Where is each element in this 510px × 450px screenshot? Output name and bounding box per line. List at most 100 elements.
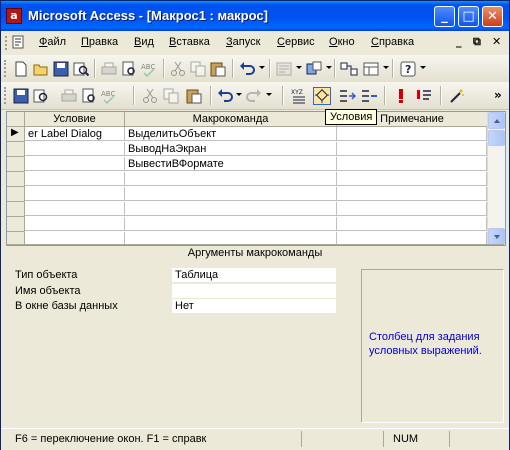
relationships-icon[interactable] — [340, 60, 358, 78]
row-selector[interactable] — [7, 157, 25, 172]
analyze-dropdown-arrow[interactable] — [296, 66, 302, 69]
cell-action[interactable]: ВыделитьОбъект — [125, 127, 337, 141]
conditions-icon[interactable] — [313, 87, 331, 105]
maximize-button[interactable]: □ — [458, 6, 479, 27]
cell-action[interactable] — [125, 202, 337, 216]
copy-icon[interactable] — [189, 60, 207, 78]
help-icon[interactable]: ? — [399, 60, 417, 78]
paste-icon[interactable] — [185, 87, 203, 105]
undo-dropdown-arrow[interactable] — [236, 93, 242, 96]
cell-condition[interactable] — [25, 217, 125, 231]
mdi-restore-button[interactable]: ⧉ — [473, 35, 481, 49]
copy-icon[interactable] — [162, 87, 180, 105]
row-selector-current[interactable]: ▶ — [7, 127, 25, 142]
cell-condition[interactable] — [25, 142, 125, 156]
office-links-icon[interactable] — [305, 60, 323, 78]
toolbar-grip[interactable] — [4, 87, 9, 104]
menu-insert[interactable]: Вставка — [169, 36, 210, 48]
arg-value-object-name[interactable] — [172, 284, 336, 298]
scroll-down-button[interactable] — [488, 228, 505, 245]
scroll-thumb[interactable] — [488, 130, 505, 146]
file-search-icon[interactable] — [32, 87, 50, 105]
save-icon[interactable] — [52, 60, 70, 78]
cell-comment[interactable] — [337, 127, 487, 141]
help-dropdown-arrow[interactable] — [420, 66, 426, 69]
undo-icon[interactable] — [216, 87, 234, 105]
cell-action[interactable] — [125, 217, 337, 231]
cell-comment[interactable] — [337, 157, 487, 171]
grid-vertical-scrollbar[interactable] — [487, 112, 505, 245]
minimize-button[interactable]: _ — [434, 6, 455, 27]
analyze-icon[interactable] — [275, 60, 293, 78]
cell-comment[interactable] — [337, 172, 487, 186]
menu-help[interactable]: Справка — [371, 36, 414, 48]
run-icon[interactable] — [392, 87, 410, 105]
new-icon[interactable] — [12, 60, 30, 78]
cell-action[interactable]: ВыводНаЭкран — [125, 142, 337, 156]
cell-action[interactable]: ВывестиВФормате — [125, 157, 337, 171]
macro-document-icon[interactable] — [11, 35, 25, 49]
toolbar-overflow-chevron[interactable]: » — [494, 88, 502, 102]
cell-condition[interactable] — [25, 172, 125, 186]
spelling-icon[interactable]: ABC — [140, 60, 158, 78]
menu-grip[interactable] — [5, 36, 10, 50]
print-preview-icon[interactable] — [120, 60, 138, 78]
cell-comment[interactable] — [337, 217, 487, 231]
menu-window[interactable]: Окно — [329, 36, 355, 48]
undo-dropdown-arrow[interactable] — [259, 66, 265, 69]
cell-action[interactable] — [125, 172, 337, 186]
redo-dropdown-arrow[interactable] — [266, 93, 272, 96]
row-selector[interactable] — [7, 217, 25, 232]
search-icon[interactable] — [72, 60, 90, 78]
single-step-icon[interactable] — [415, 87, 433, 105]
row-selector[interactable] — [7, 172, 25, 187]
office-links-dropdown-arrow[interactable] — [326, 66, 332, 69]
macro-names-icon[interactable]: XYZ — [290, 87, 308, 105]
insert-rows-icon[interactable] — [338, 87, 356, 105]
grid-corner-selector[interactable] — [7, 112, 25, 127]
cut-icon[interactable] — [169, 60, 187, 78]
arg-value-in-database-window[interactable]: Нет — [172, 299, 336, 313]
title-bar[interactable]: a Microsoft Access - [Макрос1 : макрос] … — [1, 1, 509, 31]
row-selector[interactable] — [7, 202, 25, 217]
cell-comment[interactable] — [337, 202, 487, 216]
mdi-minimize-button[interactable]: _ — [456, 35, 462, 48]
undo-icon[interactable] — [238, 60, 256, 78]
column-header-condition[interactable]: Условие — [25, 112, 125, 127]
save-icon[interactable] — [12, 87, 30, 105]
print-icon[interactable] — [60, 87, 78, 105]
new-object-dropdown-arrow[interactable] — [383, 66, 389, 69]
paste-icon[interactable] — [209, 60, 227, 78]
cell-action[interactable] — [125, 187, 337, 201]
redo-icon[interactable] — [245, 87, 263, 105]
column-header-action[interactable]: Макрокоманда — [125, 112, 337, 127]
arrow-up-icon — [494, 119, 500, 123]
spelling-icon[interactable]: ABC — [100, 87, 118, 105]
cell-condition[interactable] — [25, 202, 125, 216]
menu-edit[interactable]: Правка — [81, 36, 118, 48]
print-preview-icon[interactable] — [80, 87, 98, 105]
print-icon[interactable] — [100, 60, 118, 78]
menu-view[interactable]: Вид — [134, 36, 154, 48]
cell-comment[interactable] — [337, 187, 487, 201]
scroll-up-button[interactable] — [488, 112, 505, 129]
arg-value-object-type[interactable]: Таблица — [172, 268, 336, 282]
cell-condition[interactable] — [25, 187, 125, 201]
access-app-icon[interactable]: a — [6, 8, 22, 24]
mdi-close-button[interactable]: ✕ — [492, 35, 501, 48]
build-icon[interactable] — [448, 87, 466, 105]
open-icon[interactable] — [32, 60, 50, 78]
menu-run[interactable]: Запуск — [226, 36, 260, 48]
new-object-icon[interactable] — [362, 60, 380, 78]
toolbar-grip[interactable] — [4, 60, 9, 77]
menu-file[interactable]: Файл — [39, 36, 66, 48]
row-selector[interactable] — [7, 187, 25, 202]
delete-rows-icon[interactable] — [360, 87, 378, 105]
cut-icon[interactable] — [141, 87, 159, 105]
menu-tools[interactable]: Сервис — [277, 36, 315, 48]
cell-condition[interactable]: er Label Dialog — [25, 127, 125, 141]
cell-condition[interactable] — [25, 157, 125, 171]
row-selector[interactable] — [7, 142, 25, 157]
close-button[interactable]: ✕ — [482, 6, 503, 27]
cell-comment[interactable] — [337, 142, 487, 156]
